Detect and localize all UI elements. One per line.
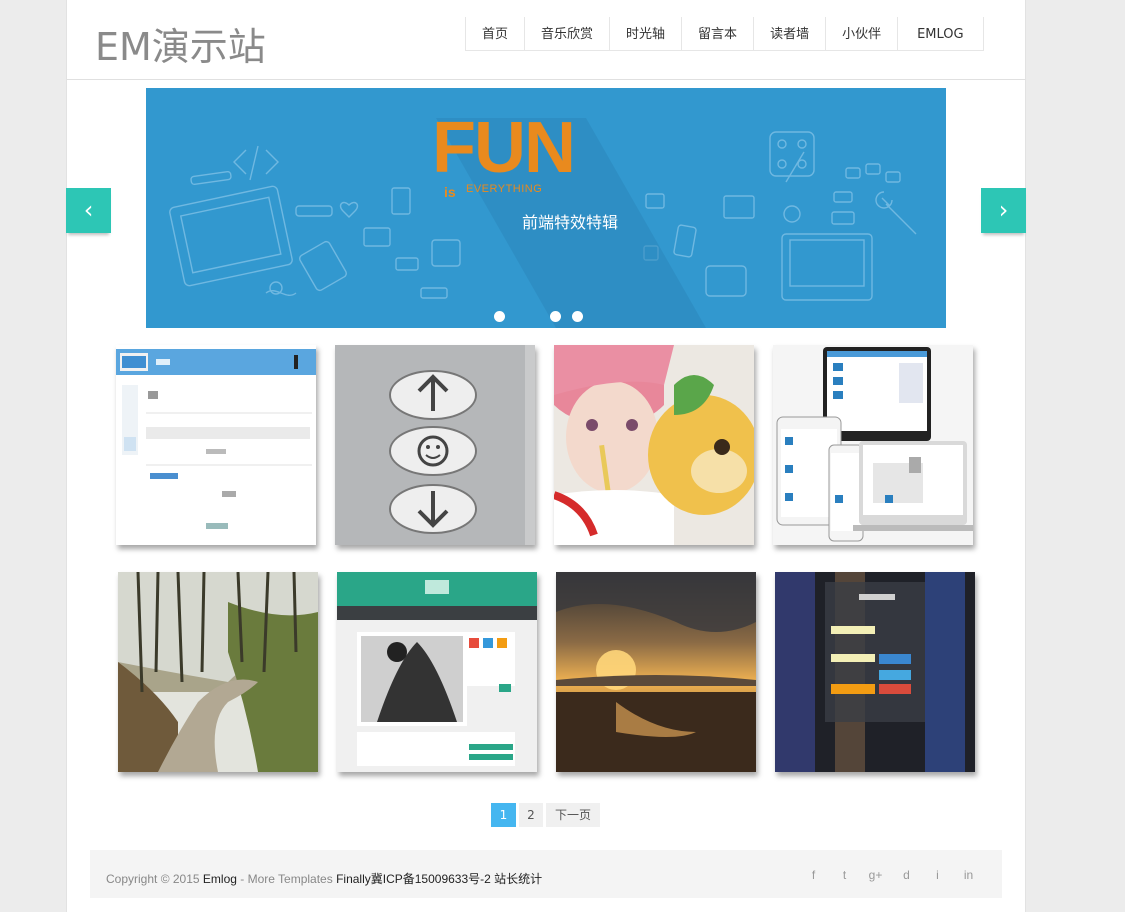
thumb-beach-sunset[interactable]	[556, 572, 756, 772]
page-2-button[interactable]: 2	[519, 803, 543, 827]
nav-item-guestbook[interactable]: 留言本	[682, 17, 755, 50]
thumb-devices-image	[773, 345, 973, 545]
site-footer: Copyright © 2015 Emlog - More Templates …	[90, 850, 1002, 898]
slider-next-button[interactable]: ›	[981, 188, 1026, 233]
thumb-arrow-buttons-image	[335, 345, 535, 545]
dribbble-icon[interactable]: d	[891, 868, 922, 882]
thumb-emlog-admin-image	[116, 345, 316, 545]
chevron-right-icon: ›	[998, 196, 1009, 224]
thumb-devices[interactable]	[773, 345, 973, 545]
thumb-emlog-admin[interactable]	[116, 345, 316, 545]
slider-prev-button[interactable]: ‹	[66, 188, 111, 233]
instagram-icon[interactable]: i	[922, 868, 953, 882]
slider-dot-3[interactable]	[572, 311, 583, 322]
banner-fun-logo: is FUN	[432, 108, 576, 200]
banner-subtitle: 前端特效特辑	[522, 213, 619, 232]
facebook-icon[interactable]: f	[798, 868, 829, 882]
chevron-left-icon: ‹	[83, 196, 94, 224]
site-logo[interactable]: EM演示站	[95, 16, 266, 71]
slider-dot-2[interactable]	[550, 311, 561, 322]
thumb-arrow-buttons[interactable]	[335, 345, 535, 545]
nav-item-home[interactable]: 首页	[466, 17, 526, 50]
site-header: EM演示站 首页 音乐欣赏 时光轴 留言本 读者墙 小伙伴 EMLOG	[67, 0, 1025, 80]
main-nav: 首页 音乐欣赏 时光轴 留言本 读者墙 小伙伴 EMLOG	[465, 17, 984, 51]
nav-item-timeline[interactable]: 时光轴	[610, 17, 683, 50]
slider-dot-1[interactable]	[494, 311, 505, 322]
linkedin-icon[interactable]: in	[953, 868, 984, 882]
google-plus-icon[interactable]: g+	[860, 868, 891, 882]
nav-item-readers[interactable]: 读者墙	[754, 17, 827, 50]
footer-copyright: Copyright © 2015 Emlog - More Templates …	[106, 872, 543, 886]
thumb-finallys-blog-image	[775, 572, 975, 772]
nav-item-emlog[interactable]: EMLOG	[898, 17, 983, 50]
thumb-beach-sunset-image	[556, 572, 756, 772]
thumb-forest-road[interactable]	[118, 572, 318, 772]
slider-dots	[146, 311, 946, 323]
thumb-cosplay-image	[554, 345, 754, 545]
pagination: 1 2 下一页	[491, 803, 603, 827]
page-1-button[interactable]: 1	[491, 803, 516, 827]
thumb-blog-template-image	[337, 572, 537, 772]
nav-item-music[interactable]: 音乐欣赏	[525, 17, 611, 50]
thumb-cosplay[interactable]	[554, 345, 754, 545]
social-links: f t g+ d i in	[798, 868, 984, 882]
emlog-link[interactable]: Emlog	[203, 872, 237, 886]
twitter-icon[interactable]: t	[829, 868, 860, 882]
thumb-finallys-blog[interactable]	[775, 572, 975, 772]
banner-slide[interactable]: is FUN EVERYTHING 前端特效特辑	[146, 88, 946, 328]
thumb-blog-template[interactable]	[337, 572, 537, 772]
icp-link[interactable]: Finally冀ICP备15009633号-2 站长统计	[336, 872, 542, 886]
banner-fun-subtitle: EVERYTHING	[466, 183, 543, 195]
next-page-button[interactable]: 下一页	[546, 803, 600, 827]
nav-item-friends[interactable]: 小伙伴	[826, 17, 899, 50]
thumb-forest-road-image	[118, 572, 318, 772]
